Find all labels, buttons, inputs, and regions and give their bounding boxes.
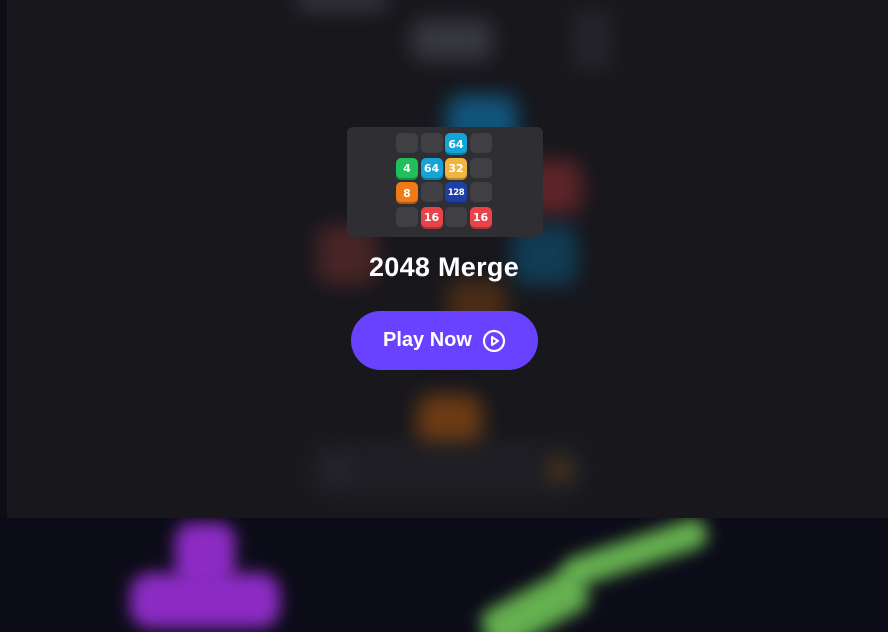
- bottom-strip: [0, 518, 888, 632]
- game-thumbnail: 64 4 64 32 8 128 16 16: [347, 127, 543, 237]
- board-tile-empty: [396, 206, 418, 229]
- board-tile-empty: [469, 133, 492, 155]
- board-tile-4: 4: [396, 157, 418, 180]
- board-tile-empty: [445, 206, 467, 229]
- board-tile-16: 16: [469, 206, 492, 229]
- board-tile-32: 32: [445, 157, 467, 180]
- board-tile-16: 16: [420, 206, 443, 229]
- board-tile-128: 128: [445, 182, 467, 204]
- board-tile-64: 64: [420, 157, 443, 180]
- game-board-preview: 64 4 64 32 8 128 16 16: [396, 133, 494, 231]
- board-tile-empty: [420, 182, 443, 204]
- play-now-button[interactable]: Play Now: [351, 311, 538, 370]
- board-tile-64: 64: [445, 133, 467, 155]
- play-circle-icon: [482, 329, 506, 353]
- play-now-label: Play Now: [383, 329, 472, 351]
- game-page: 64 4 64 32 8 128 16 16 2048 Merge Play Now: [0, 0, 888, 632]
- board-tile-empty: [469, 182, 492, 204]
- board-tile-empty: [420, 133, 443, 155]
- game-title: 2048 Merge: [368, 252, 520, 282]
- board-tile-empty: [396, 133, 418, 155]
- board-tile-8: 8: [396, 182, 418, 204]
- board-tile-empty: [469, 157, 492, 180]
